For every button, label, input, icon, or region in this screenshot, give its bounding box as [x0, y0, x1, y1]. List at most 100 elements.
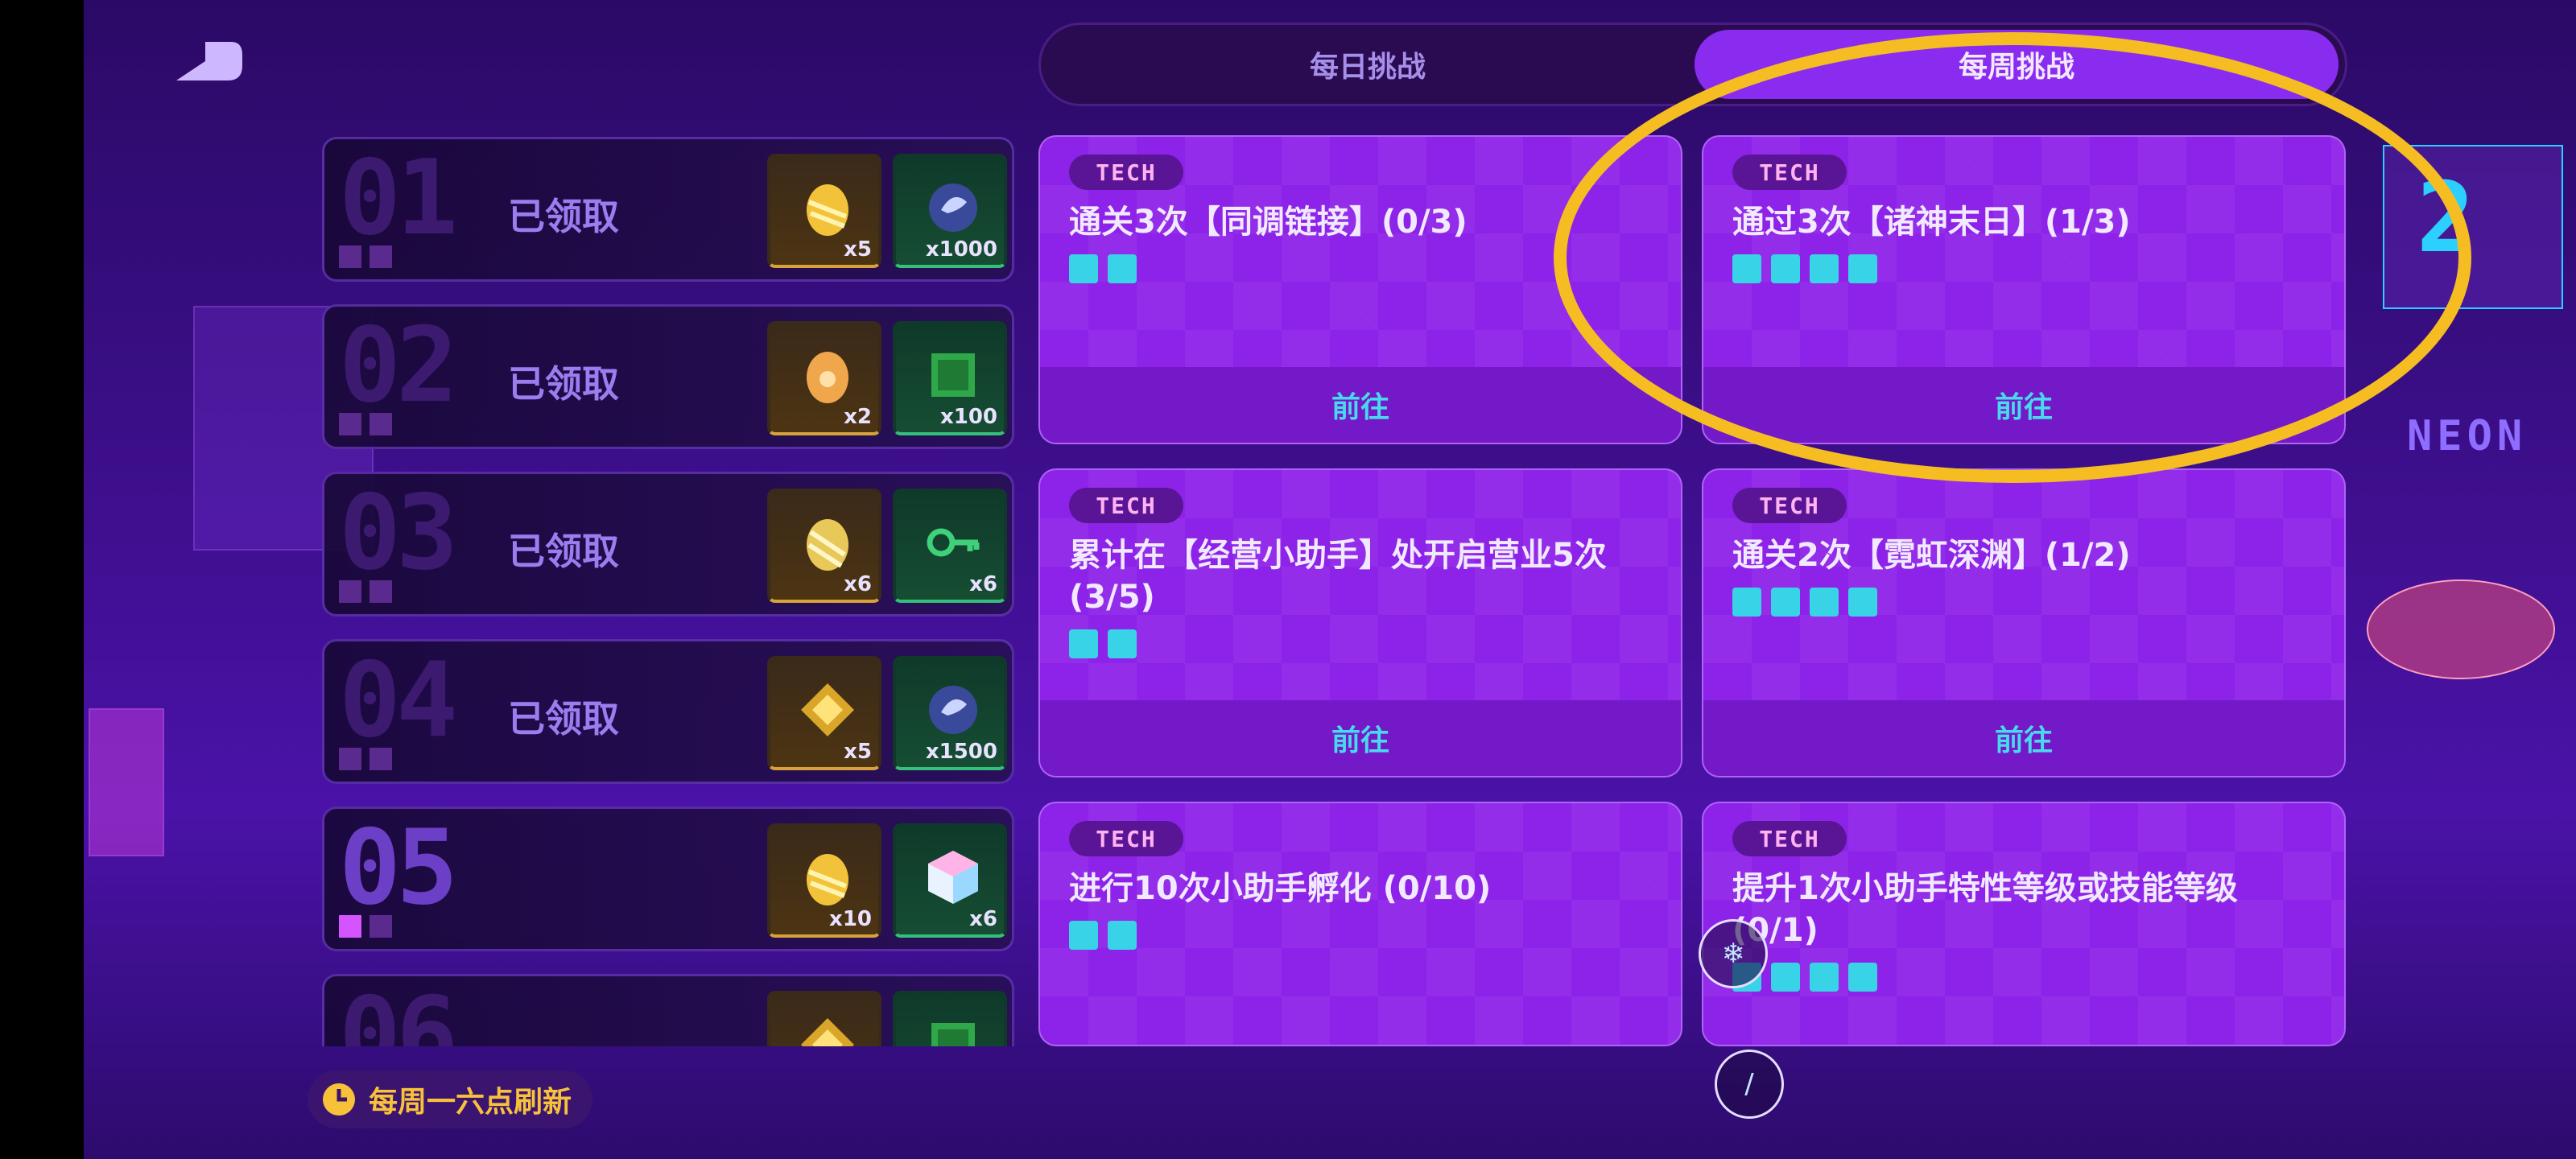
item-quantity: x100	[939, 405, 997, 429]
difficulty-indicator	[1732, 588, 1877, 617]
item-quantity: x5	[844, 237, 872, 262]
difficulty-block	[1771, 588, 1800, 617]
reward-item-slot[interactable]: x1500	[893, 656, 1007, 770]
item-quantity: x2	[844, 405, 872, 429]
back-arrow-icon	[176, 42, 242, 80]
snowflake-icon: ❄	[1721, 938, 1745, 970]
green-cube-icon	[923, 345, 983, 405]
striped-egg-icon	[798, 513, 857, 572]
weekly-rewards-list[interactable]: 01 已领取 x5 x1000 02 已领取 x2 x100 03 已领取 x6 x6…	[322, 137, 1014, 1046]
refresh-text: 每周一六点刷新	[369, 1086, 572, 1119]
go-button[interactable]: 前往	[1040, 367, 1681, 443]
reward-item-slot[interactable]	[767, 991, 881, 1046]
challenge-tag: TECH	[1732, 821, 1847, 856]
reward-row[interactable]: 05 x10 x6	[322, 806, 1014, 951]
difficulty-block	[1108, 921, 1137, 950]
reward-item-slot[interactable]: x6	[767, 489, 881, 603]
floating-snowflake-button[interactable]: ❄	[1699, 919, 1768, 988]
reward-item-slot[interactable]: x100	[893, 321, 1007, 435]
screen-edge	[0, 0, 84, 1159]
reward-number: 05	[339, 808, 458, 928]
pip	[369, 580, 392, 603]
difficulty-block	[1771, 963, 1800, 992]
back-button[interactable]	[173, 39, 246, 87]
pip	[339, 580, 361, 603]
challenge-tag: TECH	[1069, 821, 1183, 856]
pip	[339, 245, 361, 268]
reward-pips	[339, 245, 392, 268]
challenge-title: 进行10次小助手孵化 (0/10)	[1069, 870, 1492, 907]
challenge-title: 通关2次【霓虹深渊】(1/2)	[1732, 537, 2131, 574]
challenge-tag: TECH	[1069, 488, 1183, 523]
pip	[339, 413, 361, 435]
sword-icon: /	[1744, 1068, 1754, 1100]
reward-number: 03	[339, 473, 458, 593]
difficulty-block	[1069, 629, 1098, 658]
gold-gem-icon	[798, 1015, 857, 1046]
reward-number: 06	[339, 975, 458, 1047]
reward-item-slot[interactable]: x6	[893, 823, 1007, 938]
pip	[369, 413, 392, 435]
pip	[369, 915, 392, 938]
go-button[interactable]: 前往	[1703, 700, 2344, 776]
item-quantity: x6	[969, 907, 997, 931]
claimed-status: 已领取	[508, 362, 619, 406]
difficulty-block	[1108, 629, 1137, 658]
gold-gem-icon	[798, 680, 857, 740]
difficulty-block	[1108, 254, 1137, 283]
pip	[369, 748, 392, 770]
blue-orb-icon	[923, 178, 983, 237]
reward-row[interactable]: 06	[322, 974, 1014, 1046]
reward-pips	[339, 748, 392, 770]
difficulty-block	[1810, 963, 1839, 992]
floating-sword-button[interactable]: /	[1715, 1050, 1784, 1119]
fish-decoration	[2367, 580, 2555, 679]
item-quantity: x1000	[925, 237, 997, 262]
challenge-title: 提升1次小助手特性等级或技能等级(0/1)	[1732, 870, 2238, 949]
difficulty-indicator	[1069, 629, 1137, 658]
item-quantity: x6	[844, 572, 872, 596]
challenge-card: TECH 提升1次小助手特性等级或技能等级(0/1)	[1702, 802, 2346, 1046]
claimed-status: 已领取	[508, 697, 619, 740]
blue-orb-icon	[923, 680, 983, 740]
reward-pips	[339, 413, 392, 435]
reward-number: 01	[339, 138, 458, 258]
reward-item-slot[interactable]	[893, 991, 1007, 1046]
go-button[interactable]: 前往	[1040, 700, 1681, 776]
difficulty-block	[1848, 963, 1877, 992]
tab-daily-challenge[interactable]: 每日挑战	[1046, 30, 1690, 99]
difficulty-block	[1069, 254, 1098, 283]
reward-row[interactable]: 03 已领取 x6 x6	[322, 472, 1014, 617]
clock-icon	[323, 1083, 355, 1116]
challenge-tag: TECH	[1069, 155, 1183, 190]
difficulty-block	[1848, 588, 1877, 617]
reward-item-slot[interactable]: x10	[767, 823, 881, 938]
reward-row[interactable]: 02 已领取 x2 x100	[322, 304, 1014, 449]
pillar-decoration	[89, 708, 164, 856]
highlight-annotation	[1554, 32, 2471, 483]
pip	[339, 915, 361, 938]
pip	[339, 748, 361, 770]
reward-pips	[339, 915, 392, 938]
difficulty-block	[1069, 921, 1098, 950]
item-quantity: x6	[969, 572, 997, 596]
neon-sign: NEON	[2407, 412, 2528, 460]
claimed-status: 已领取	[508, 530, 619, 573]
difficulty-block	[1732, 588, 1761, 617]
challenge-card: TECH 通关2次【霓虹深渊】(1/2) 前往	[1702, 468, 2346, 777]
challenge-card: TECH 累计在【经营小助手】处开启营业5次(3/5) 前往	[1038, 468, 1682, 777]
green-cube-icon	[923, 1015, 983, 1046]
reward-item-slot[interactable]: x1000	[893, 154, 1007, 268]
challenge-card: TECH 进行10次小助手孵化 (0/10)	[1038, 802, 1682, 1046]
reward-item-slot[interactable]: x2	[767, 321, 881, 435]
pip	[369, 245, 392, 268]
reward-item-slot[interactable]: x5	[767, 656, 881, 770]
reward-row[interactable]: 04 已领取 x5 x1500	[322, 639, 1014, 784]
game-screen: 2 NEON 01 已领取 x5 x1000 02 已领取 x2 x100 03 已领…	[0, 0, 2576, 1159]
reward-item-slot[interactable]: x6	[893, 489, 1007, 603]
difficulty-block	[1810, 588, 1839, 617]
reward-item-slot[interactable]: x5	[767, 154, 881, 268]
crystal-cube-icon	[923, 848, 983, 907]
golden-egg-icon	[798, 178, 857, 237]
reward-row[interactable]: 01 已领取 x5 x1000	[322, 137, 1014, 282]
